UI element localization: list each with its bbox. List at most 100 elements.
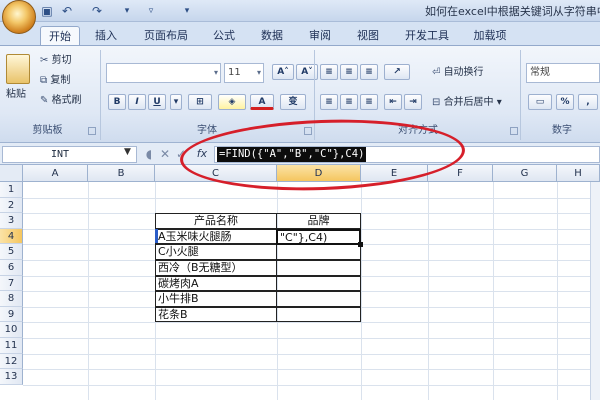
name-box[interactable]: INT [2, 146, 137, 163]
font-size-combo[interactable]: 11 ▾ [224, 63, 264, 83]
column-header-h[interactable]: H [557, 165, 600, 182]
gridline [23, 384, 600, 386]
tab-formulas[interactable]: 公式 [206, 26, 242, 46]
format-painter-button[interactable]: ✎ 格式刷 [40, 92, 82, 110]
chevron-down-icon[interactable]: ▼ [124, 147, 131, 157]
table-cell-product[interactable]: 小牛排B [155, 291, 277, 307]
number-format-combo[interactable]: 常规 [526, 63, 600, 83]
alignment-group-label: 对齐方式 [398, 125, 438, 136]
row-header-12[interactable]: 12 [0, 353, 23, 370]
align-center-button[interactable]: ≡ [340, 94, 358, 110]
align-bottom-button[interactable]: ≡ [360, 64, 378, 80]
decrease-indent-button[interactable]: ⇤ [384, 94, 402, 110]
customize-icon[interactable]: ▾ [120, 4, 134, 18]
cut-button[interactable]: ✂ 剪切 [40, 52, 72, 70]
table-cell-product[interactable]: 西冷（B无糖型） [155, 260, 277, 276]
font-launcher-icon[interactable] [304, 127, 312, 135]
column-header-b[interactable]: B [88, 165, 155, 182]
table-cell-product[interactable]: C小火腿 [155, 244, 277, 260]
align-right-button[interactable]: ≡ [360, 94, 378, 110]
clipboard-launcher-icon[interactable] [88, 127, 96, 135]
column-header-g[interactable]: G [493, 165, 557, 182]
table-header-brand[interactable]: 品牌 [276, 213, 361, 229]
border-button[interactable]: ⊞ [188, 94, 212, 110]
alignment-launcher-icon[interactable] [510, 127, 518, 135]
row-header-11[interactable]: 11 [0, 338, 23, 354]
accounting-format-button[interactable]: ▭ [528, 94, 552, 110]
select-all-corner[interactable] [0, 165, 23, 182]
fill-handle[interactable] [358, 242, 363, 247]
gridline [23, 338, 600, 339]
table-cell-product[interactable]: A玉米味火腿肠 [155, 228, 277, 245]
column-header-f[interactable]: F [428, 165, 493, 182]
paste-button[interactable]: 粘贴 [6, 86, 26, 104]
column-header-e[interactable]: E [361, 165, 428, 182]
save-icon[interactable]: ▣ [40, 4, 54, 18]
table-cell-brand[interactable] [276, 260, 361, 276]
table-cell-brand[interactable] [276, 244, 361, 260]
row-header-5[interactable]: 5 [0, 244, 23, 260]
align-top-button[interactable]: ≡ [320, 64, 338, 80]
tab-home[interactable]: 开始 [40, 26, 80, 46]
dropdown-icon[interactable]: ▾ [180, 4, 194, 18]
increase-indent-button[interactable]: ⇥ [404, 94, 422, 110]
phonetic-button[interactable]: 变 [280, 94, 306, 110]
table-cell-brand[interactable] [276, 291, 361, 307]
tab-page-layout[interactable]: 页面布局 [136, 26, 196, 46]
italic-button[interactable]: I [128, 94, 146, 110]
underline-dropdown-icon[interactable]: ▾ [170, 94, 182, 110]
grow-font-button[interactable]: A˄ [272, 64, 294, 80]
enter-icon[interactable]: ✓ [174, 146, 188, 162]
tab-review[interactable]: 审阅 [302, 26, 338, 46]
table-header-product[interactable]: 产品名称 [155, 213, 277, 229]
column-header-d[interactable]: D [277, 165, 361, 182]
row-header-3[interactable]: 3 [0, 213, 23, 229]
gridline [23, 369, 600, 371]
tab-insert[interactable]: 插入 [88, 26, 124, 46]
tab-developer[interactable]: 开发工具 [398, 26, 456, 46]
row-header-13[interactable]: 13 [0, 369, 23, 385]
fill-color-button[interactable]: ◈ [218, 94, 246, 110]
paste-icon[interactable] [6, 54, 30, 84]
column-header-c[interactable]: C [155, 165, 277, 182]
row-header-2[interactable]: 2 [0, 197, 23, 214]
align-middle-button[interactable]: ≡ [340, 64, 358, 80]
row-header-1[interactable]: 1 [0, 182, 23, 198]
tab-addins[interactable]: 加载项 [466, 26, 514, 46]
tab-view[interactable]: 视图 [350, 26, 386, 46]
cut-label: 剪切 [51, 55, 72, 66]
row-header-4[interactable]: 4 [0, 228, 23, 245]
percent-button[interactable]: % [556, 94, 574, 110]
vertical-scrollbar[interactable] [590, 182, 600, 400]
row-header-10[interactable]: 10 [0, 322, 23, 338]
wrap-text-button[interactable]: ⏎ 自动换行 [432, 64, 484, 82]
office-button[interactable] [2, 0, 36, 34]
grow-font-label: A [277, 67, 285, 77]
font-name-combo[interactable]: ▾ [106, 63, 221, 83]
insert-function-button[interactable]: fx [194, 146, 210, 162]
underline-button[interactable]: U [148, 94, 166, 110]
table-cell-product[interactable]: 碳烤肉A [155, 275, 277, 292]
table-cell-product[interactable]: 花条B [155, 306, 277, 323]
cancel-icon[interactable]: ✕ [158, 146, 172, 162]
bold-button[interactable]: B [108, 94, 126, 110]
row-header-6[interactable]: 6 [0, 260, 23, 276]
align-left-button[interactable]: ≡ [320, 94, 338, 110]
active-cell-d4[interactable]: "C"},C4) [276, 228, 361, 246]
more-commands-icon[interactable]: ▿ [144, 4, 158, 18]
merge-center-button[interactable]: ⊟ 合并后居中 ▾ [432, 94, 502, 112]
copy-button[interactable]: ⧉ 复制 [40, 72, 70, 90]
font-color-button[interactable]: A [250, 94, 274, 110]
orientation-button[interactable]: ↗ [384, 64, 410, 80]
column-header-a[interactable]: A [23, 165, 88, 182]
undo-icon[interactable]: ↶ [60, 4, 74, 18]
comma-style-button[interactable]: , [578, 94, 598, 110]
row-header-8[interactable]: 8 [0, 291, 23, 307]
tab-data[interactable]: 数据 [254, 26, 290, 46]
table-cell-brand[interactable] [276, 275, 361, 292]
row-header-9[interactable]: 9 [0, 306, 23, 323]
formula-bar-expand-icon[interactable]: ◖ [142, 146, 156, 162]
row-header-7[interactable]: 7 [0, 275, 23, 292]
table-cell-brand[interactable] [276, 306, 361, 323]
redo-icon[interactable]: ↷ [90, 4, 104, 18]
